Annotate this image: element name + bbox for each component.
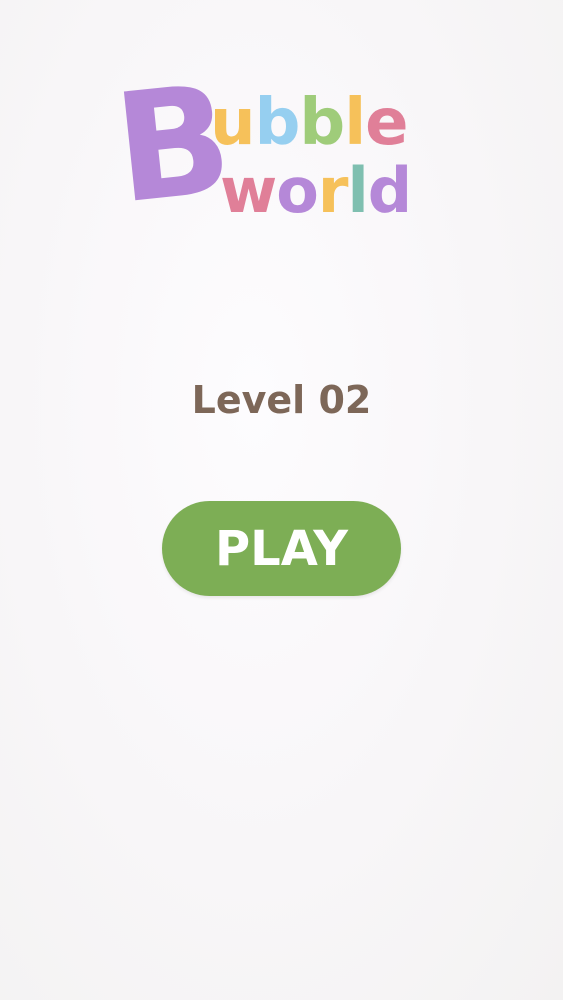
logo-top-row: ubble [210, 86, 409, 160]
logo-letter: u [210, 86, 256, 160]
level-title: Level 02 [191, 378, 372, 422]
game-logo: B ubble world [107, 53, 452, 238]
logo-letter: o [276, 154, 319, 227]
logo-bottom-row: world [220, 154, 412, 227]
logo-letter: r [317, 154, 349, 227]
logo-letter: l [344, 86, 366, 160]
play-button[interactable]: PLAY [162, 501, 401, 596]
logo-letter: w [220, 154, 277, 227]
logo-letter: d [367, 154, 412, 227]
logo-letter: b [254, 86, 301, 160]
logo-letter: e [365, 86, 408, 160]
logo-letter: b [299, 86, 345, 160]
logo-letter: l [347, 154, 368, 227]
